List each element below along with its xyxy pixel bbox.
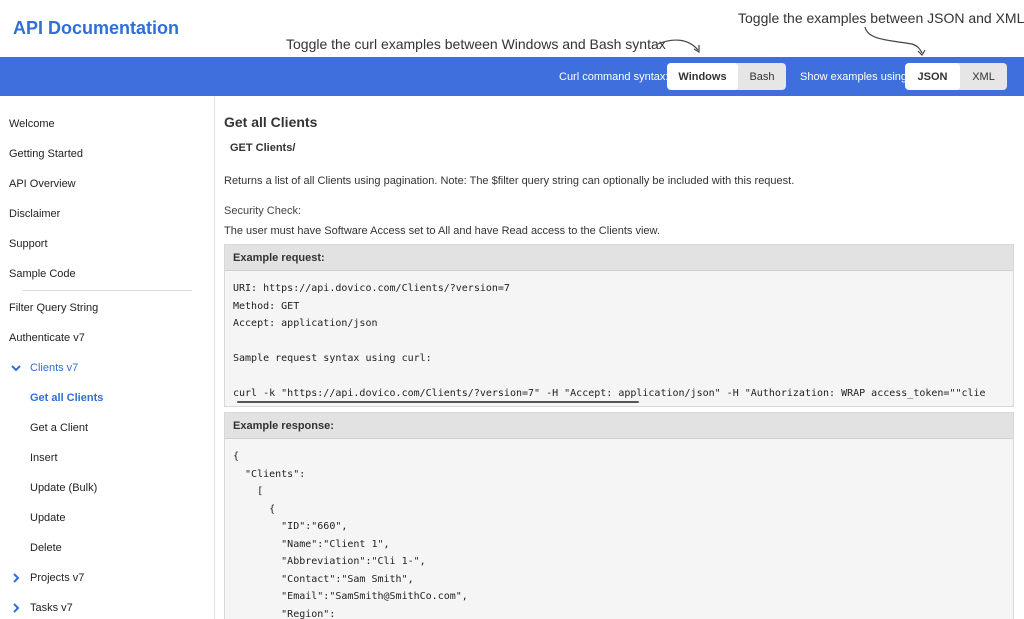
sidebar-item-projects-v7[interactable]: Projects v7 <box>0 564 214 592</box>
content-area: Get all Clients GET Clients/ Returns a l… <box>216 96 1024 619</box>
sidebar-item-label: Update <box>30 512 66 524</box>
sidebar-item-support[interactable]: Support <box>0 230 214 258</box>
sidebar-item-label: Clients v7 <box>30 362 79 374</box>
security-check-title: Security Check: <box>224 205 302 217</box>
options-bar: Curl command syntax: Windows Bash Show e… <box>0 57 1024 96</box>
sidebar-item-label: Get a Client <box>30 422 89 434</box>
chevron-right-icon <box>13 573 20 583</box>
sidebar-item-api-overview[interactable]: API Overview <box>0 170 214 198</box>
sidebar-item-delete[interactable]: Delete <box>0 534 214 562</box>
horizontal-scrollbar[interactable] <box>237 401 639 403</box>
example-format-toggle: JSON XML <box>905 63 1007 90</box>
example-response-panel: Example response: { "Clients": [ { "ID":… <box>224 412 1014 619</box>
format-json-option[interactable]: JSON <box>905 63 960 90</box>
endpoint-label: GET Clients/ <box>230 142 296 154</box>
sidebar-item-label: Getting Started <box>9 148 83 160</box>
example-format-label: Show examples using: <box>800 71 911 83</box>
sidebar-item-label: Update (Bulk) <box>30 482 98 494</box>
header: API Documentation Toggle the curl exampl… <box>0 0 1024 57</box>
sidebar-item-get-all-clients[interactable]: Get all Clients <box>0 384 214 412</box>
sidebar-item-label: Get all Clients <box>30 392 104 404</box>
sidebar-item-get-a-client[interactable]: Get a Client <box>0 414 214 442</box>
sidebar-item-tasks-v7[interactable]: Tasks v7 <box>0 594 214 619</box>
annotation-arrows <box>657 26 926 56</box>
sidebar-item-label: Support <box>9 238 48 250</box>
sidebar-item-update-bulk[interactable]: Update (Bulk) <box>0 474 214 502</box>
sidebar-item-label: Filter Query String <box>9 302 99 314</box>
sidebar-item-label: API Overview <box>9 178 76 190</box>
curl-windows-option[interactable]: Windows <box>667 63 738 90</box>
sidebar-item-getting-started[interactable]: Getting Started <box>0 140 214 168</box>
security-check-text: The user must have Software Access set t… <box>224 225 660 237</box>
example-response-code[interactable]: { "Clients": [ { "ID":"660", "Name":"Cli… <box>225 439 1013 619</box>
endpoint-description: Returns a list of all Clients using pagi… <box>224 175 795 187</box>
page-title: Get all Clients <box>224 114 318 130</box>
sidebar-item-clients-v7[interactable]: Clients v7 <box>0 354 214 382</box>
example-request-code[interactable]: URI: https://api.dovico.com/Clients/?ver… <box>225 271 1013 403</box>
sidebar-item-update[interactable]: Update <box>0 504 214 532</box>
sidebar-item-label: Authenticate v7 <box>9 332 85 344</box>
sidebar-nav: Welcome Getting Started API Overview Dis… <box>0 96 215 619</box>
example-request-panel: Example request: URI: https://api.dovico… <box>224 244 1014 407</box>
sidebar-item-welcome[interactable]: Welcome <box>0 110 214 138</box>
sidebar-item-label: Insert <box>30 452 58 464</box>
example-response-title: Example response: <box>225 413 1013 439</box>
curl-bash-option[interactable]: Bash <box>738 63 786 90</box>
curl-syntax-label: Curl command syntax: <box>559 71 669 83</box>
sidebar-item-label: Delete <box>30 542 62 554</box>
sidebar-item-disclaimer[interactable]: Disclaimer <box>0 200 214 228</box>
sidebar-item-label: Tasks v7 <box>30 602 73 614</box>
sidebar-item-insert[interactable]: Insert <box>0 444 214 472</box>
sidebar-item-filter-query-string[interactable]: Filter Query String <box>0 294 214 322</box>
sidebar-item-label: Welcome <box>9 118 55 130</box>
chevron-right-icon <box>13 603 20 613</box>
format-xml-option[interactable]: XML <box>960 63 1007 90</box>
example-request-title: Example request: <box>225 245 1013 271</box>
sidebar-item-label: Projects v7 <box>30 572 85 584</box>
sidebar-item-label: Disclaimer <box>9 208 61 220</box>
curl-syntax-toggle: Windows Bash <box>667 63 786 90</box>
sidebar-item-sample-code[interactable]: Sample Code <box>0 260 214 288</box>
sidebar-divider <box>22 290 192 291</box>
sidebar-item-authenticate-v7[interactable]: Authenticate v7 <box>0 324 214 352</box>
sidebar-item-label: Sample Code <box>9 268 76 280</box>
chevron-down-icon <box>11 365 21 372</box>
